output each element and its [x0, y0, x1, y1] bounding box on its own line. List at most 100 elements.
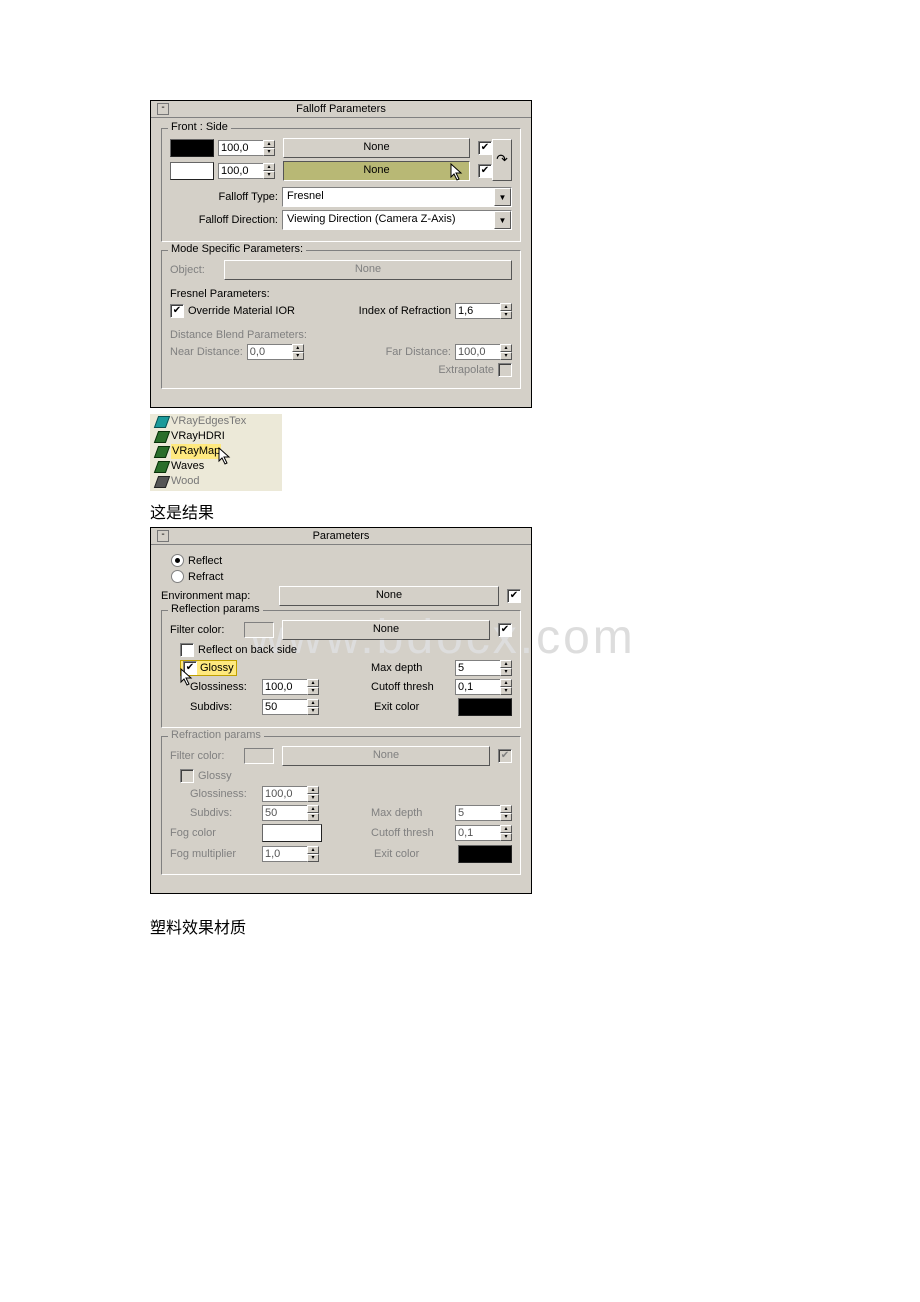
glossiness-input[interactable] — [262, 679, 307, 695]
spinner-down-icon[interactable]: ▾ — [307, 687, 319, 695]
spinner-up-icon: ▴ — [500, 344, 512, 352]
r-glossiness-input — [262, 786, 307, 802]
ior-input[interactable] — [455, 303, 500, 319]
rollout-header[interactable]: - Parameters — [151, 528, 531, 545]
fog-mult-input — [262, 846, 307, 862]
r-filter-map-checkbox: ✔ — [498, 749, 512, 763]
r-subdivs-label: Subdivs: — [190, 807, 258, 819]
rollout-title: Falloff Parameters — [296, 103, 386, 115]
front-amount-input[interactable] — [218, 140, 263, 156]
spinner-down-icon[interactable]: ▾ — [500, 668, 512, 676]
fog-color-label: Fog color — [170, 827, 258, 839]
near-distance-spinner: ▴▾ — [247, 344, 304, 360]
reflect-label: Reflect — [188, 555, 222, 567]
spinner-up-icon[interactable]: ▴ — [307, 679, 319, 687]
side-amount-spinner[interactable]: ▴▾ — [218, 163, 275, 179]
exit-color-label: Exit color — [374, 701, 454, 713]
list-item[interactable]: VRayHDRI — [156, 429, 276, 444]
caption-result: 这是结果 — [150, 499, 920, 523]
color-swatch-side[interactable] — [170, 162, 214, 180]
rollout-header[interactable]: - Falloff Parameters — [151, 101, 531, 118]
reflect-back-checkbox[interactable] — [180, 643, 194, 657]
spinner-up-icon[interactable]: ▴ — [307, 699, 319, 707]
falloff-dir-dropdown[interactable]: Viewing Direction (Camera Z-Axis) ▼ — [282, 210, 512, 230]
spinner-up-icon: ▴ — [307, 786, 319, 794]
spinner-up-icon[interactable]: ▴ — [263, 140, 275, 148]
filter-color-swatch[interactable] — [244, 622, 274, 638]
spinner-down-icon: ▾ — [307, 813, 319, 821]
r-glossiness-spinner: ▴▾ — [262, 786, 319, 802]
map-icon — [154, 446, 170, 458]
side-amount-input[interactable] — [218, 163, 263, 179]
spinner-up-icon: ▴ — [500, 805, 512, 813]
override-ior-checkbox[interactable]: ✔ — [170, 304, 184, 318]
far-distance-spinner: ▴▾ — [455, 344, 512, 360]
map-icon — [154, 431, 170, 443]
spinner-up-icon[interactable]: ▴ — [500, 679, 512, 687]
filter-map-checkbox[interactable]: ✔ — [498, 623, 512, 637]
glossy-checkbox[interactable]: ✔ — [183, 661, 197, 675]
object-label: Object: — [170, 264, 220, 276]
spinner-up-icon[interactable]: ▴ — [263, 163, 275, 171]
extrapolate-checkbox — [498, 363, 512, 377]
swap-button[interactable]: ↷ — [492, 139, 512, 181]
max-depth-spinner[interactable]: ▴▾ — [455, 660, 512, 676]
list-item[interactable]: Wood — [156, 474, 276, 489]
subdivs-input[interactable] — [262, 699, 307, 715]
side-map-button[interactable]: None — [283, 161, 470, 181]
subdivs-spinner[interactable]: ▴▾ — [262, 699, 319, 715]
cutoff-input[interactable] — [455, 679, 500, 695]
reflect-radio[interactable] — [171, 554, 184, 567]
cutoff-label: Cutoff thresh — [371, 681, 451, 693]
falloff-type-value: Fresnel — [283, 188, 494, 206]
spinner-down-icon[interactable]: ▾ — [500, 311, 512, 319]
spinner-down-icon[interactable]: ▾ — [263, 148, 275, 156]
spinner-up-icon[interactable]: ▴ — [500, 660, 512, 668]
spinner-down-icon[interactable]: ▾ — [500, 687, 512, 695]
spinner-up-icon: ▴ — [500, 825, 512, 833]
max-depth-input[interactable] — [455, 660, 500, 676]
color-swatch-front[interactable] — [170, 139, 214, 157]
chevron-down-icon[interactable]: ▼ — [494, 188, 511, 206]
exit-color-swatch[interactable] — [458, 698, 512, 716]
list-item[interactable]: VRayMap — [156, 444, 276, 459]
spinner-down-icon: ▾ — [307, 794, 319, 802]
list-item[interactable]: VRayEdgesTex — [156, 414, 276, 429]
far-distance-label: Far Distance: — [386, 346, 451, 358]
material-browser: VRayEdgesTex VRayHDRI VRayMap Waves Wood — [150, 414, 282, 491]
r-max-depth-spinner: ▴▾ — [455, 805, 512, 821]
r-exit-color-swatch — [458, 845, 512, 863]
r-glossiness-label: Glossiness: — [190, 788, 258, 800]
ior-spinner[interactable]: ▴▾ — [455, 303, 512, 319]
fresnel-params-label: Fresnel Parameters: — [170, 288, 512, 300]
group-reflection: Reflection params — [168, 603, 263, 615]
env-map-checkbox[interactable]: ✔ — [507, 589, 521, 603]
falloff-dir-label: Falloff Direction: — [170, 214, 278, 226]
chevron-down-icon[interactable]: ▼ — [494, 211, 511, 229]
far-distance-input — [455, 344, 500, 360]
env-map-button[interactable]: None — [279, 586, 499, 606]
spinner-up-icon[interactable]: ▴ — [500, 303, 512, 311]
collapse-icon[interactable]: - — [157, 530, 169, 542]
list-item[interactable]: Waves — [156, 459, 276, 474]
caption-plastic: 塑料效果材质 — [150, 914, 920, 938]
front-enable-checkbox[interactable]: ✔ — [478, 141, 492, 155]
glossiness-spinner[interactable]: ▴▾ — [262, 679, 319, 695]
spinner-down-icon[interactable]: ▾ — [307, 707, 319, 715]
collapse-icon[interactable]: - — [157, 103, 169, 115]
spinner-down-icon: ▾ — [292, 352, 304, 360]
spinner-down-icon[interactable]: ▾ — [263, 171, 275, 179]
r-subdivs-spinner: ▴▾ — [262, 805, 319, 821]
refract-radio[interactable] — [171, 570, 184, 583]
side-enable-checkbox[interactable]: ✔ — [478, 164, 492, 178]
cutoff-spinner[interactable]: ▴▾ — [455, 679, 512, 695]
r-max-depth-label: Max depth — [371, 807, 451, 819]
near-distance-input — [247, 344, 292, 360]
front-amount-spinner[interactable]: ▴▾ — [218, 140, 275, 156]
map-icon — [154, 416, 170, 428]
near-distance-label: Near Distance: — [170, 346, 243, 358]
falloff-type-dropdown[interactable]: Fresnel ▼ — [282, 187, 512, 207]
front-map-button[interactable]: None — [283, 138, 470, 158]
filter-map-button[interactable]: None — [282, 620, 490, 640]
falloff-panel: - Falloff Parameters Front : Side ▴▾ Non… — [150, 100, 532, 408]
